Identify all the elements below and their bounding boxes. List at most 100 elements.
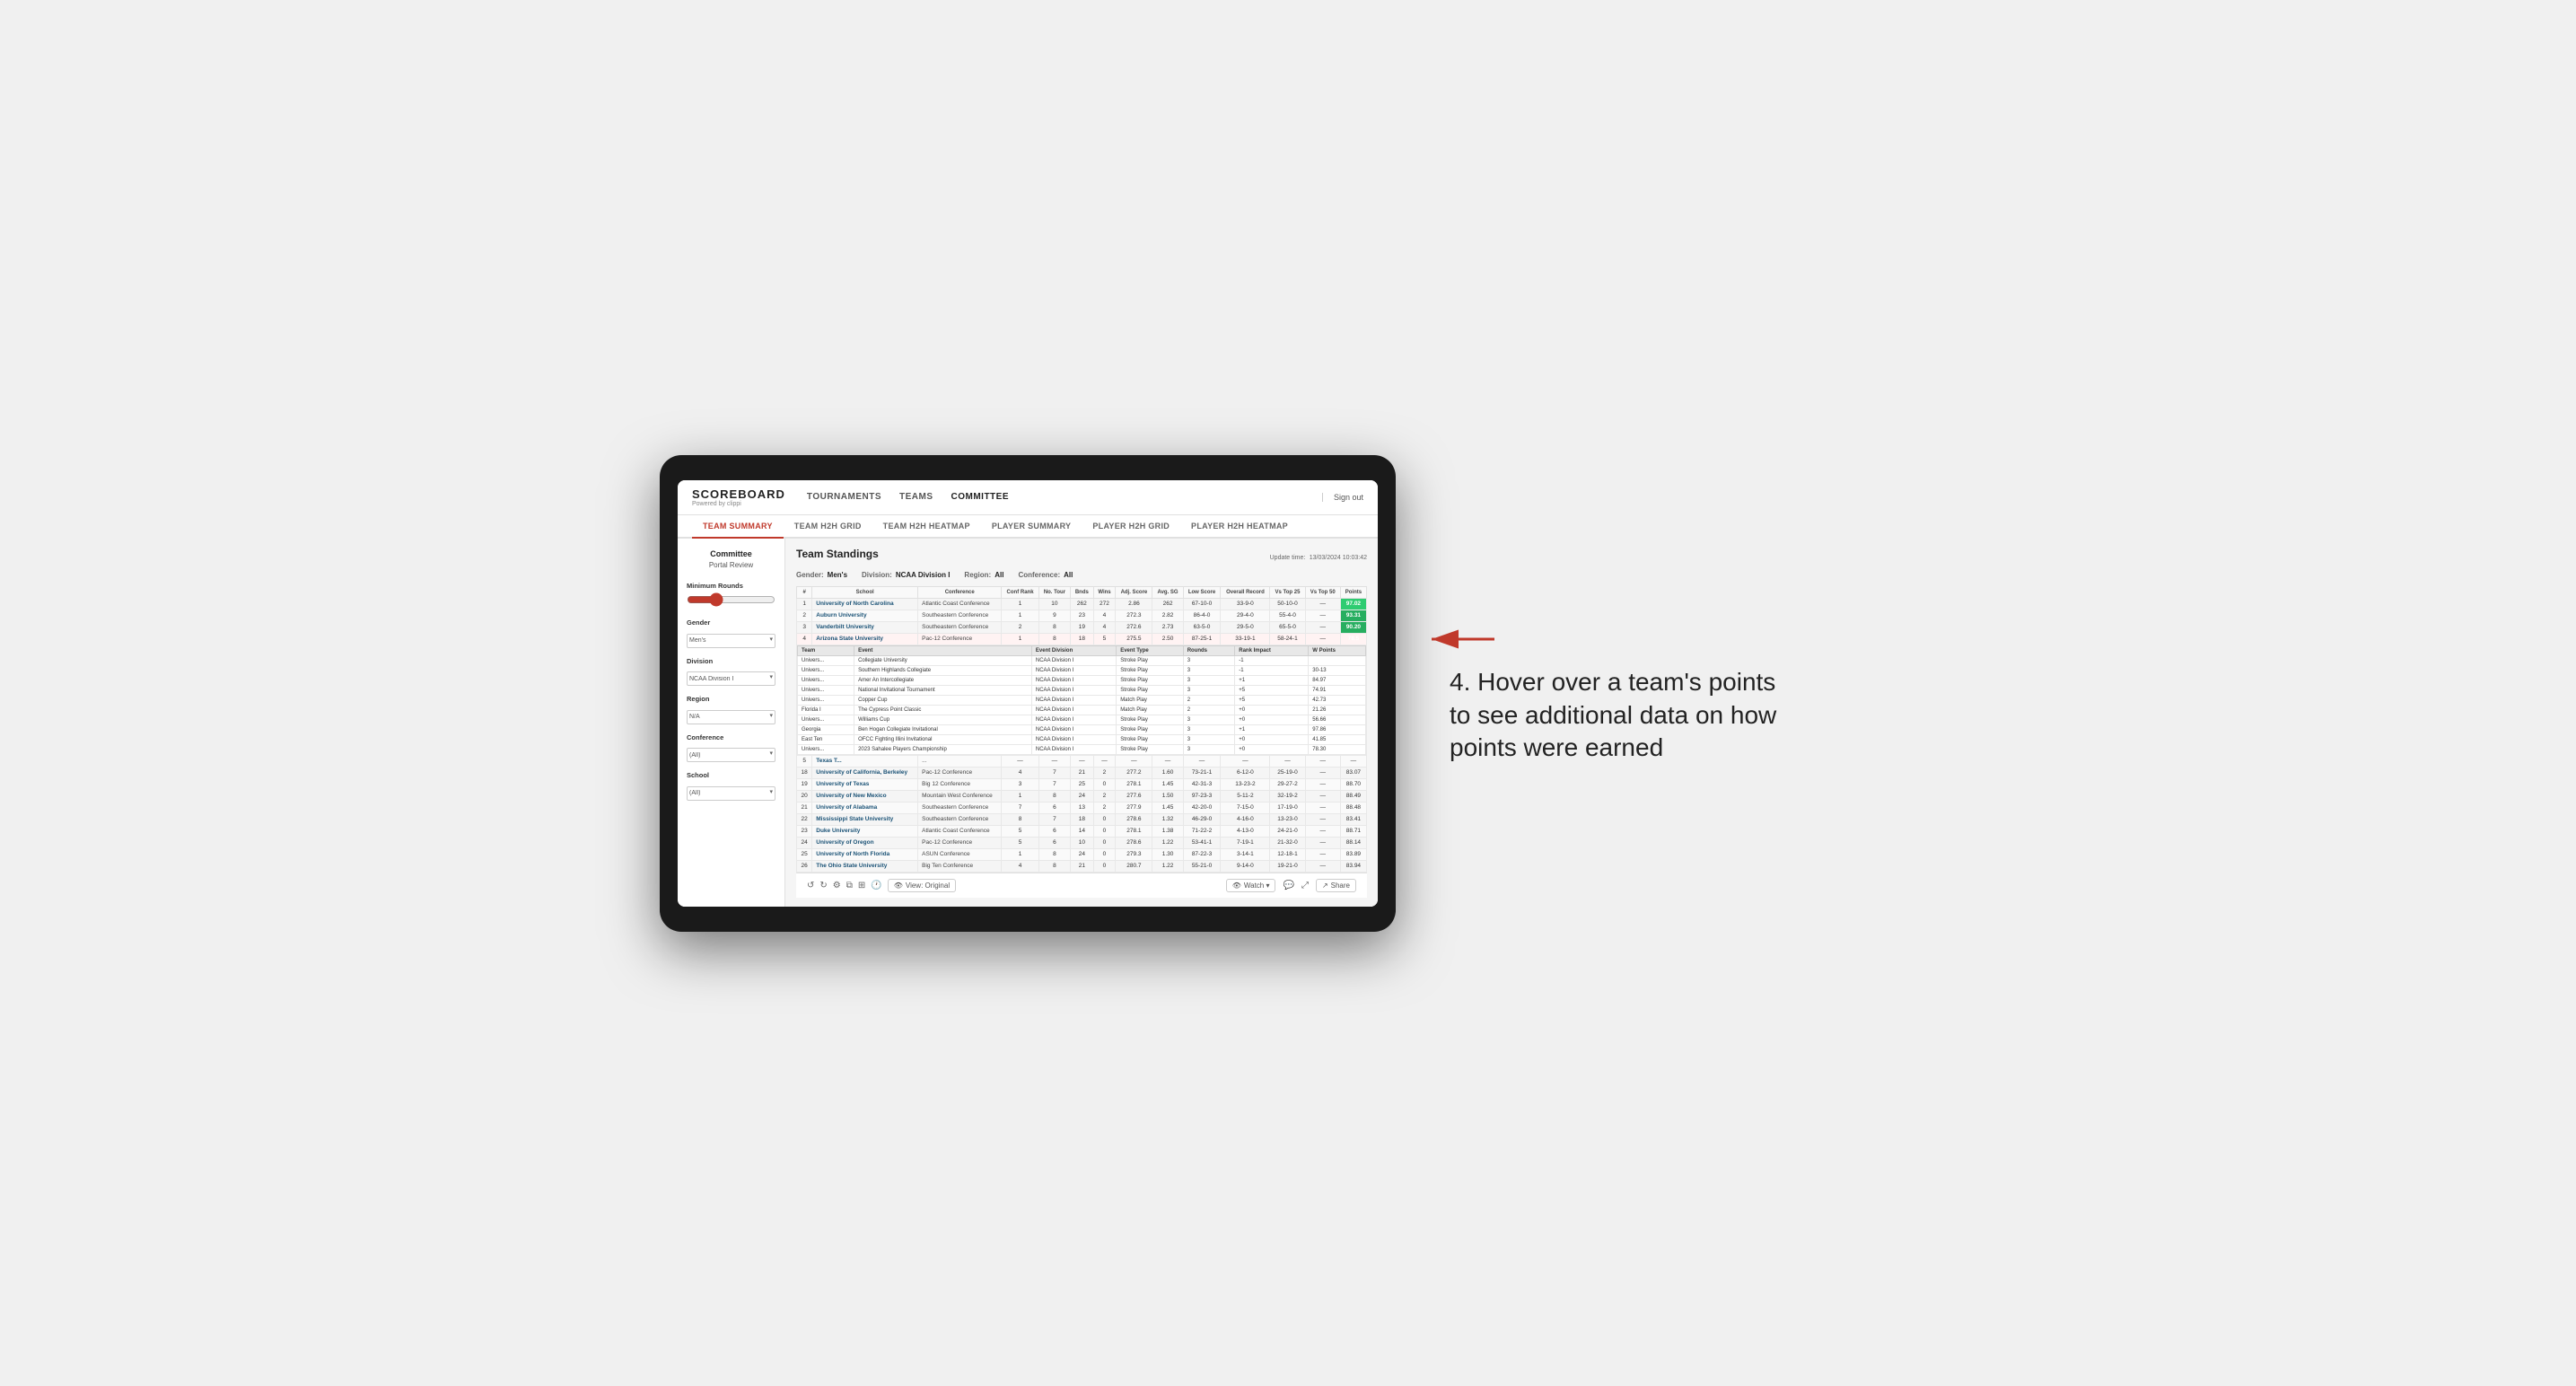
table-row[interactable]: 24 University of Oregon Pac-12 Conferenc… [797,837,1367,848]
sub-table-row-item: Univers... National Invitational Tournam… [798,685,1366,695]
clock-icon[interactable]: 🕐 [871,881,881,890]
table-row[interactable]: 5 Texas T... ... — — — — — — — — [797,755,1367,767]
redo-icon[interactable]: ↻ [819,881,827,890]
sub-cell-team: Univers... [798,675,854,685]
expand-icon[interactable]: ⤢ [1301,881,1309,890]
cell-adj-score: 272.6 [1116,621,1152,633]
sub-cell-division: NCAA Division I [1031,695,1116,705]
tab-player-h2h-heatmap[interactable]: PLAYER H2H HEATMAP [1180,515,1299,537]
conference-select[interactable]: (All) [687,748,775,762]
sidebar-section-division: Division NCAA Division I [687,657,775,687]
sub-col-team: Team [798,645,854,655]
table-row[interactable]: 19 University of Texas Big 12 Conference… [797,778,1367,790]
watch-button[interactable]: 👁 Watch ▾ [1226,879,1276,892]
table-row[interactable]: 18 University of California, Berkeley Pa… [797,767,1367,778]
sub-table-row-item: Univers... Copper Cup NCAA Division I Ma… [798,695,1366,705]
rounds-slider[interactable] [687,594,775,605]
col-vs25: Vs Top 25 [1270,586,1305,598]
cell-rank: 3 [797,621,812,633]
table-row[interactable]: 20 University of New Mexico Mountain Wes… [797,790,1367,802]
sub-cell-team: East Ten [798,734,854,744]
table-row-highlighted[interactable]: 4 Arizona State University Pac-12 Confer… [797,633,1367,645]
cell-conf-rank: 1 [1002,598,1038,610]
nav-items: TOURNAMENTS TEAMS COMMITTEE [807,488,1322,505]
cell-tours: 8 [1038,633,1070,645]
copy-icon[interactable]: ⧉ [846,881,853,890]
annotation-panel: 4. Hover over a team's points to see add… [1450,621,1791,764]
school-select[interactable]: (All) [687,786,775,801]
nav-committee[interactable]: COMMITTEE [951,488,1010,505]
table-row[interactable]: 23 Duke University Atlantic Coast Confer… [797,825,1367,837]
sub-col-type: Event Type [1117,645,1184,655]
cell-vs50: — [1305,610,1340,621]
cell-bnds: 14 [1071,825,1094,837]
cell-points[interactable]: 88.49 [1340,790,1366,802]
table-row[interactable]: 26 The Ohio State University Big Ten Con… [797,860,1367,872]
cell-bnds: 19 [1071,621,1094,633]
sub-cell-division: NCAA Division I [1031,675,1116,685]
watch-icon: 👁 [1232,882,1241,890]
nav-teams[interactable]: TEAMS [899,488,933,505]
tab-player-h2h-grid[interactable]: PLAYER H2H GRID [1082,515,1180,537]
cell-overall: 33-19-1 [1221,633,1270,645]
comment-icon[interactable]: 💬 [1283,881,1293,890]
sub-cell-rounds: 3 [1183,724,1235,734]
grid-icon[interactable]: ⊞ [858,881,865,890]
tab-team-h2h-grid[interactable]: TEAM H2H GRID [784,515,872,537]
cell-points[interactable]: 88.70 [1340,778,1366,790]
settings-icon[interactable]: ⚙ [833,881,841,890]
cell-points[interactable]: 88.14 [1340,837,1366,848]
cell-points[interactable]: — [1340,755,1366,767]
cell-vs50: — [1305,813,1340,825]
cell-conf-rank: 4 [1002,767,1038,778]
region-select[interactable]: N/A [687,710,775,724]
division-select-wrapper: NCAA Division I [687,669,775,687]
view-original-button[interactable]: 👁 View: Original [888,879,956,892]
sub-cell-type: Stroke Play [1117,655,1184,665]
tab-player-summary[interactable]: PLAYER SUMMARY [981,515,1082,537]
cell-points[interactable]: 83.89 [1340,848,1366,860]
cell-vs25: 32-19-2 [1270,790,1305,802]
undo-icon[interactable]: ↺ [807,881,814,890]
share-label: Share [1331,882,1350,890]
sub-cell-rank: -1 [1235,665,1309,675]
table-row[interactable]: 22 Mississippi State University Southeas… [797,813,1367,825]
cell-points[interactable]: 88.48 [1340,802,1366,813]
cell-points[interactable]: 83.07 [1340,767,1366,778]
share-button[interactable]: ↗ Share [1316,879,1356,892]
logo-sub: Powered by clippi [692,501,785,507]
table-row[interactable]: 1 University of North Carolina Atlantic … [797,598,1367,610]
cell-conf-rank: — [1002,755,1038,767]
sub-cell-points: 21.26 [1309,705,1366,715]
cell-conference: ... [918,755,1002,767]
cell-avg-sg: 1.22 [1152,860,1183,872]
table-row[interactable]: 21 University of Alabama Southeastern Co… [797,802,1367,813]
cell-points[interactable]: 88.71 [1340,825,1366,837]
cell-points[interactable]: 83.41 [1340,813,1366,825]
red-arrow-icon [1423,621,1494,657]
table-row[interactable]: 25 University of North Florida ASUN Conf… [797,848,1367,860]
cell-points-highlighted[interactable]: 78.5 [1340,633,1366,645]
cell-low: 97-23-3 [1183,790,1221,802]
cell-points[interactable]: 83.94 [1340,860,1366,872]
sidebar-title: Committee [687,549,775,560]
cell-points[interactable]: 90.20 [1340,621,1366,633]
cell-points[interactable]: 93.31 [1340,610,1366,621]
nav-tournaments[interactable]: TOURNAMENTS [807,488,881,505]
cell-school: University of Texas [812,778,918,790]
sub-cell-rank: +0 [1235,705,1309,715]
division-select[interactable]: NCAA Division I [687,671,775,686]
cell-vs25: 17-19-0 [1270,802,1305,813]
cell-points[interactable]: 97.02 [1340,598,1366,610]
cell-overall: 29-4-0 [1221,610,1270,621]
table-row[interactable]: 3 Vanderbilt University Southeastern Con… [797,621,1367,633]
tab-team-summary[interactable]: TEAM SUMMARY [692,515,784,539]
cell-tours: 8 [1038,848,1070,860]
sub-cell-event: Williams Cup [854,715,1032,724]
gender-select[interactable]: Men's Women's [687,634,775,648]
cell-avg-sg: 1.22 [1152,837,1183,848]
sub-col-points: W Points [1309,645,1366,655]
tab-team-h2h-heatmap[interactable]: TEAM H2H HEATMAP [872,515,981,537]
table-row[interactable]: 2 Auburn University Southeastern Confere… [797,610,1367,621]
sign-out-button[interactable]: Sign out [1322,493,1363,502]
